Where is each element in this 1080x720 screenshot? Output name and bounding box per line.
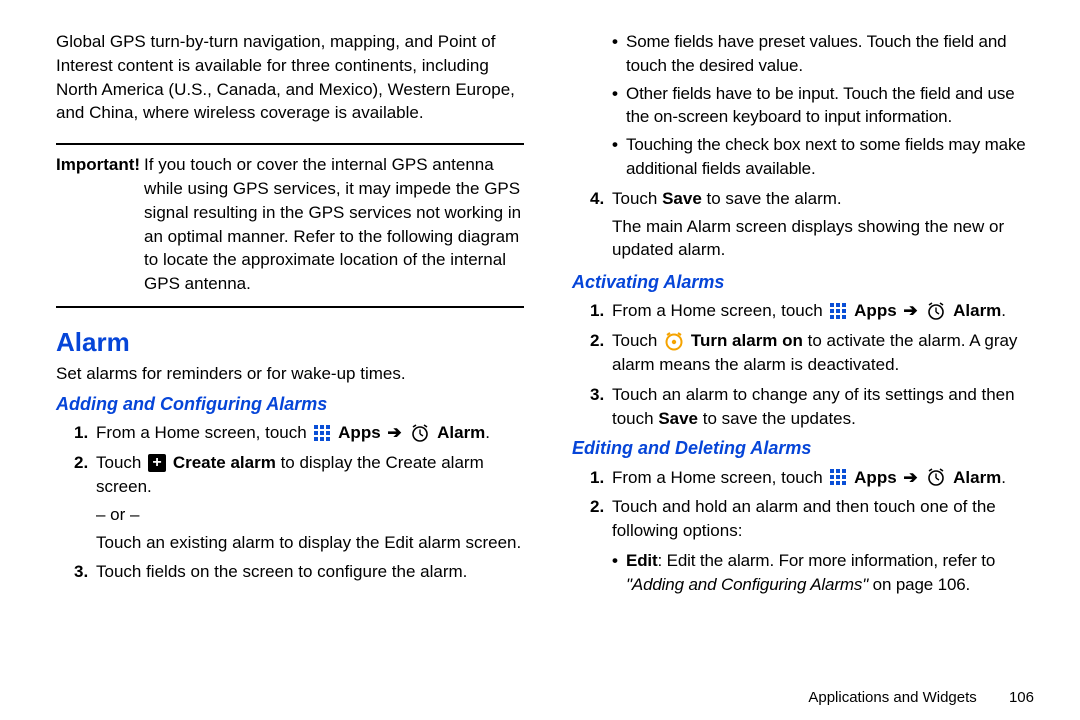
bullet-text: Touching the check box next to some fiel… xyxy=(626,133,1040,181)
text: Touch xyxy=(612,189,662,208)
chapter-name: Applications and Widgets xyxy=(808,689,976,706)
text: From a Home screen, touch xyxy=(96,423,311,442)
subhead-activating: Activating Alarms xyxy=(572,270,1040,295)
step-body: Touch and hold an alarm and then touch o… xyxy=(612,495,1040,543)
bullet-text: Some fields have preset values. Touch th… xyxy=(626,30,1040,78)
step-1: 1. From a Home screen, touch Apps ➔ Alar… xyxy=(590,466,1040,490)
alarm-label: Alarm xyxy=(953,468,1001,487)
edit-bullets: • Edit: Edit the alarm. For more informa… xyxy=(612,549,1040,597)
subhead-adding: Adding and Configuring Alarms xyxy=(56,392,524,417)
step-2: 2. Touch Turn alarm on to activate the a… xyxy=(590,329,1040,377)
step-body: Touch Save to save the alarm. The main A… xyxy=(612,187,1040,262)
step-4: 4. Touch Save to save the alarm. The mai… xyxy=(590,187,1040,262)
step-number: 1. xyxy=(590,299,612,323)
apps-grid-icon xyxy=(829,468,847,486)
bullet-item: •Some fields have preset values. Touch t… xyxy=(612,30,1040,78)
alarm-on-icon xyxy=(664,331,684,351)
important-text: If you touch or cover the internal GPS a… xyxy=(144,153,524,296)
text: Touch xyxy=(96,453,146,472)
turn-alarm-on-label: Turn alarm on xyxy=(691,331,803,350)
step-body: Touch fields on the screen to configure … xyxy=(96,560,524,584)
apps-label: Apps xyxy=(854,468,897,487)
apps-grid-icon xyxy=(313,424,331,442)
section-desc: Set alarms for reminders or for wake-up … xyxy=(56,362,524,386)
important-box: Important! If you touch or cover the int… xyxy=(56,143,524,308)
text: From a Home screen, touch xyxy=(612,468,827,487)
text: to save the updates. xyxy=(698,409,856,428)
step-3: 3. Touch an alarm to change any of its s… xyxy=(590,383,1040,431)
bullet-item: • Edit: Edit the alarm. For more informa… xyxy=(612,549,1040,597)
left-column: Global GPS turn-by-turn navigation, mapp… xyxy=(56,30,524,710)
alarm-clock-icon xyxy=(926,301,946,321)
text: : Edit the alarm. For more information, … xyxy=(658,551,996,570)
step-number: 3. xyxy=(74,560,96,584)
step-2: 2. Touch + Create alarm to display the C… xyxy=(74,451,524,554)
save-label: Save xyxy=(658,409,698,428)
step-number: 2. xyxy=(74,451,96,554)
step-number: 3. xyxy=(590,383,612,431)
step-number: 1. xyxy=(74,421,96,445)
alarm-clock-icon xyxy=(926,467,946,487)
section-heading-alarm: Alarm xyxy=(56,324,524,360)
plus-icon: + xyxy=(148,454,166,472)
arrow-icon: ➔ xyxy=(387,423,401,442)
step-number: 2. xyxy=(590,495,612,543)
cross-ref: "Adding and Configuring Alarms" xyxy=(626,575,868,594)
page-ref: on page 106. xyxy=(868,575,970,594)
arrow-icon: ➔ xyxy=(903,301,917,320)
step-body: Touch + Create alarm to display the Crea… xyxy=(96,451,524,554)
or-text: Touch an existing alarm to display the E… xyxy=(96,531,524,555)
alarm-label: Alarm xyxy=(953,301,1001,320)
bullet-text: Edit: Edit the alarm. For more informati… xyxy=(626,549,1040,597)
right-column: •Some fields have preset values. Touch t… xyxy=(572,30,1040,710)
step-body: Touch an alarm to change any of its sett… xyxy=(612,383,1040,431)
text: From a Home screen, touch xyxy=(612,301,827,320)
editing-steps: 1. From a Home screen, touch Apps ➔ Alar… xyxy=(590,466,1040,543)
bullet-text: Other fields have to be input. Touch the… xyxy=(626,82,1040,130)
adding-steps: 1. From a Home screen, touch Apps ➔ Alar… xyxy=(74,421,524,584)
bullet-item: •Touching the check box next to some fie… xyxy=(612,133,1040,181)
alarm-clock-icon xyxy=(410,423,430,443)
activating-steps: 1. From a Home screen, touch Apps ➔ Alar… xyxy=(590,299,1040,430)
edit-label: Edit xyxy=(626,551,658,570)
step-body: From a Home screen, touch Apps ➔ Alarm. xyxy=(96,421,524,445)
or-divider: – or – xyxy=(96,503,524,527)
step-number: 1. xyxy=(590,466,612,490)
save-label: Save xyxy=(662,189,702,208)
step-number: 2. xyxy=(590,329,612,377)
step-number: 4. xyxy=(590,187,612,262)
step-body: From a Home screen, touch Apps ➔ Alarm. xyxy=(612,466,1040,490)
apps-label: Apps xyxy=(338,423,381,442)
save-step: 4. Touch Save to save the alarm. The mai… xyxy=(590,187,1040,262)
apps-grid-icon xyxy=(829,302,847,320)
page-footer: Applications and Widgets 106 xyxy=(808,687,1034,708)
step-body: From a Home screen, touch Apps ➔ Alarm. xyxy=(612,299,1040,323)
text: Touch xyxy=(612,331,662,350)
arrow-icon: ➔ xyxy=(903,468,917,487)
step-1: 1. From a Home screen, touch Apps ➔ Alar… xyxy=(74,421,524,445)
important-label: Important! xyxy=(56,153,140,296)
page-number: 106 xyxy=(1009,689,1034,706)
step-body: Touch Turn alarm on to activate the alar… xyxy=(612,329,1040,377)
step-3: 3. Touch fields on the screen to configu… xyxy=(74,560,524,584)
text: to save the alarm. xyxy=(702,189,842,208)
after-save-text: The main Alarm screen displays showing t… xyxy=(612,215,1040,263)
config-bullets: •Some fields have preset values. Touch t… xyxy=(612,30,1040,181)
step-1: 1. From a Home screen, touch Apps ➔ Alar… xyxy=(590,299,1040,323)
intro-paragraph: Global GPS turn-by-turn navigation, mapp… xyxy=(56,30,524,125)
apps-label: Apps xyxy=(854,301,897,320)
step-2: 2. Touch and hold an alarm and then touc… xyxy=(590,495,1040,543)
create-alarm-label: Create alarm xyxy=(173,453,276,472)
bullet-item: •Other fields have to be input. Touch th… xyxy=(612,82,1040,130)
alarm-label: Alarm xyxy=(437,423,485,442)
subhead-editing: Editing and Deleting Alarms xyxy=(572,436,1040,461)
